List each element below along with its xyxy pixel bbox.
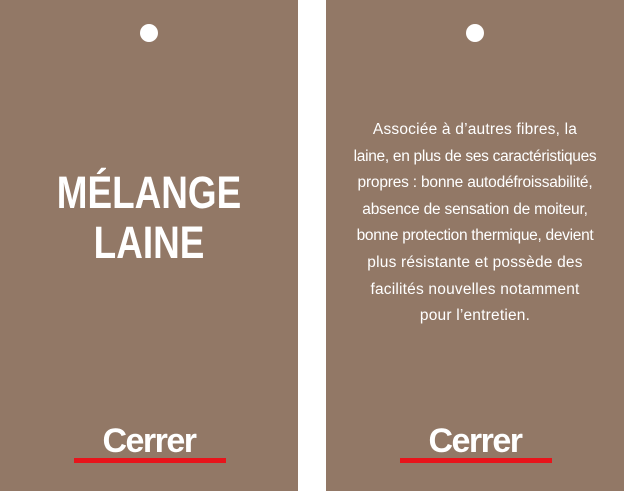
brand-name: Cerrer <box>102 422 197 460</box>
description-line: Associée à d’autres fibres, la <box>372 121 578 138</box>
title-line: MÉLANGE <box>56 167 242 218</box>
hang-tag-back: Associée à d’autres fibres, la laine, en… <box>326 0 624 491</box>
hang-tag-front: MÉLANGE LAINE Cerrer <box>0 0 298 491</box>
title-line: LAINE <box>93 217 205 268</box>
brand-underline <box>74 458 226 463</box>
tag-description: Associée à d’autres fibres, la laine, en… <box>332 117 618 330</box>
brand-logo: Cerrer <box>326 422 624 463</box>
brand-name: Cerrer <box>428 422 523 460</box>
brand-logo: Cerrer <box>0 422 298 463</box>
tag-hole <box>140 24 158 42</box>
description-line: propres : bonne autodéfroissabilité, <box>357 174 593 192</box>
description-line: bonne protection thermique, devient <box>356 227 594 245</box>
tag-title: MÉLANGE LAINE <box>27 168 271 268</box>
brand-underline <box>400 458 552 463</box>
description-line: absence de sensation de moiteur, <box>362 200 588 218</box>
tag-hole <box>466 24 484 42</box>
description-line: plus résistante et possède des <box>367 253 583 271</box>
description-line: laine, en plus de ses caractéristiques <box>353 147 597 165</box>
description-line: facilités nouvelles notamment <box>370 280 580 298</box>
description-line: pour l’entretien. <box>419 307 531 325</box>
